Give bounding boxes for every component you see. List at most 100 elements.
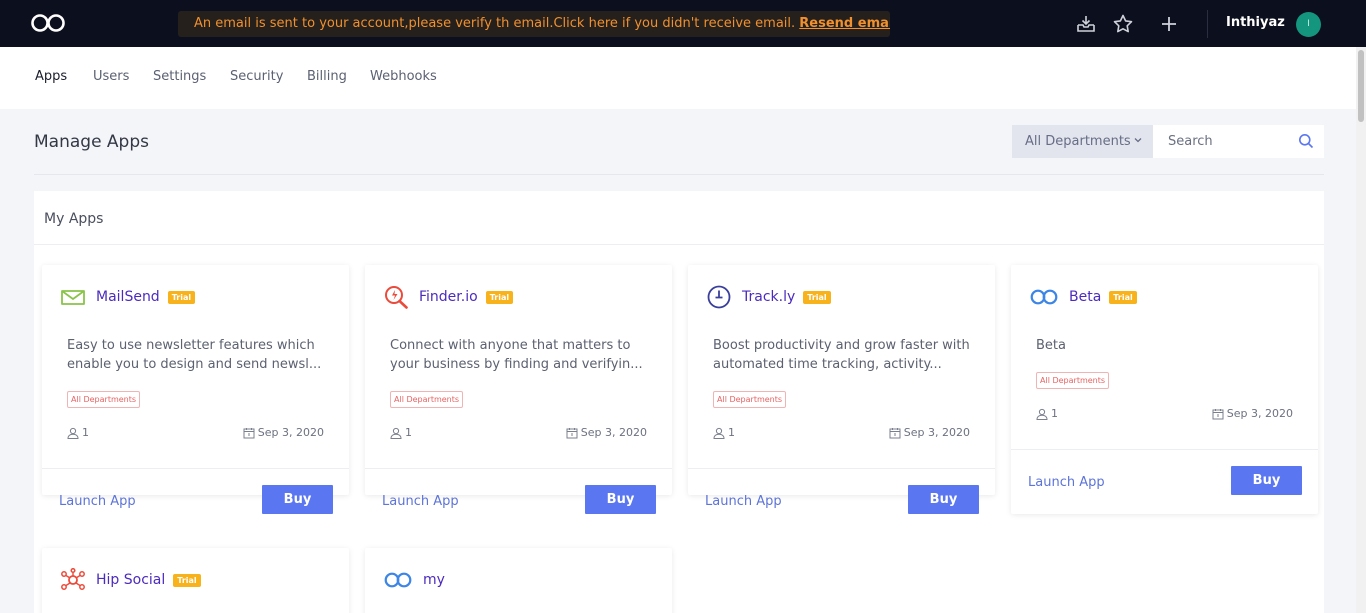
user-count: 1 [1036,407,1058,420]
scrollbar-track[interactable] [1356,47,1366,613]
department-tag: All Departments [1036,372,1110,389]
clock-icon [707,285,731,309]
tab-security[interactable]: Security [230,69,283,84]
created-date: Sep 3, 2020 [1212,407,1293,420]
calendar-icon [1212,408,1224,419]
app-name[interactable]: Track.ly [742,289,795,305]
trial-badge: Trial [803,290,831,304]
app-description: Connect with anyone that matters to your… [390,336,650,374]
department-filter-select[interactable]: All Departments [1012,125,1153,158]
department-tag: All Departments [390,391,464,408]
search-input[interactable] [1153,125,1283,158]
user-icon [713,427,725,439]
app-card-hip-social: Hip Social Trial [42,548,349,613]
description-line: automated time tracking, activity... [713,357,942,372]
card-header: my [383,568,445,592]
trial-badge: Trial [485,290,514,304]
launch-app-link[interactable]: Launch App [1028,475,1105,490]
star-icon[interactable] [1112,13,1134,35]
resend-email-link[interactable]: Resend email [799,16,890,31]
description-line: Connect with anyone that matters to [390,338,631,353]
created-date: Sep 3, 2020 [566,426,647,439]
app-name[interactable]: MailSend [96,289,160,305]
user-count-value: 1 [405,426,412,439]
scrollbar-thumb[interactable] [1358,50,1364,122]
description-line: Boost productivity and grow faster with [713,338,970,353]
app-description: Boost productivity and grow faster with … [713,336,973,374]
social-network-icon [61,568,85,590]
buy-button[interactable]: Buy [908,485,979,514]
app-card-finder: Finder.io Trial Connect with anyone that… [365,265,672,514]
created-date: Sep 3, 2020 [889,426,970,439]
chevron-down-icon [1134,138,1142,143]
description-line: enable you to design and send newsl... [67,357,322,372]
card-header: MailSend Trial [60,285,196,309]
mail-icon [61,290,85,305]
panel-title: My Apps [44,211,104,227]
card-divider [42,468,349,469]
notice-text: An email is sent to your account,please … [194,16,796,31]
username[interactable]: Inthiyaz [1226,15,1285,30]
launch-app-link[interactable]: Launch App [705,494,782,509]
header-divider [34,174,1324,175]
description-line: your business by finding and verifyin... [390,357,643,372]
tab-apps[interactable]: Apps [35,69,67,84]
user-count: 1 [67,426,89,439]
user-count-value: 1 [1051,407,1058,420]
verify-email-notice[interactable]: An email is sent to your account,please … [178,11,890,37]
top-bar: An email is sent to your account,please … [0,0,1366,47]
tab-users[interactable]: Users [93,69,129,84]
card-header: Finder.io Trial [383,285,514,309]
calendar-icon [889,427,901,438]
calendar-icon [566,427,578,438]
created-date-value: Sep 3, 2020 [257,426,324,439]
card-divider [365,468,672,469]
card-divider [688,468,995,469]
app-card-trackly: Track.ly Trial Boost productivity and gr… [688,265,995,514]
card-header: Track.ly Trial [706,285,831,309]
created-date-value: Sep 3, 2020 [580,426,647,439]
tab-webhooks[interactable]: Webhooks [370,69,437,84]
search-icon[interactable] [1298,133,1314,149]
trial-badge: Trial [1109,290,1137,304]
brand-logo-icon[interactable] [30,13,66,33]
app-name[interactable]: Beta [1069,289,1101,305]
department-tag: All Departments [713,391,787,408]
infinity-logo-icon [384,572,412,588]
app-card-mailsend: MailSend Trial Easy to use newsletter fe… [42,265,349,514]
page-title: Manage Apps [34,132,149,152]
calendar-icon [243,427,255,438]
app-name[interactable]: Finder.io [419,289,478,305]
created-date-value: Sep 3, 2020 [903,426,970,439]
tab-settings[interactable]: Settings [153,69,206,84]
app-card-beta: Beta Trial Beta All Departments 1 Sep 3,… [1011,265,1318,514]
app-name[interactable]: my [423,572,445,588]
launch-app-link[interactable]: Launch App [59,494,136,509]
card-header: Hip Social Trial [60,568,201,592]
user-count: 1 [713,426,735,439]
topbar-divider [1207,10,1208,38]
created-date: Sep 3, 2020 [243,426,324,439]
launch-app-link[interactable]: Launch App [382,494,459,509]
user-count-value: 1 [82,426,89,439]
my-apps-panel: My Apps MailSend Trial Easy to use newsl… [34,191,1324,613]
app-description: Easy to use newsletter features which en… [67,336,327,374]
download-icon[interactable] [1075,13,1097,35]
buy-button[interactable]: Buy [585,485,656,514]
card-header: Beta Trial [1029,285,1137,309]
trial-badge: Trial [167,290,196,304]
app-name[interactable]: Hip Social [96,572,165,588]
buy-button[interactable]: Buy [262,485,333,514]
avatar[interactable]: I [1296,12,1321,37]
panel-divider [34,244,1324,245]
user-count: 1 [390,426,412,439]
plus-icon[interactable] [1158,13,1180,35]
buy-button[interactable]: Buy [1231,466,1302,495]
card-divider [1011,449,1318,450]
created-date-value: Sep 3, 2020 [1226,407,1293,420]
department-tag: All Departments [67,391,141,408]
app-description: Beta [1036,336,1296,355]
tab-billing[interactable]: Billing [307,69,347,84]
description-line: Beta [1036,338,1066,353]
app-card-my: my [365,548,672,613]
